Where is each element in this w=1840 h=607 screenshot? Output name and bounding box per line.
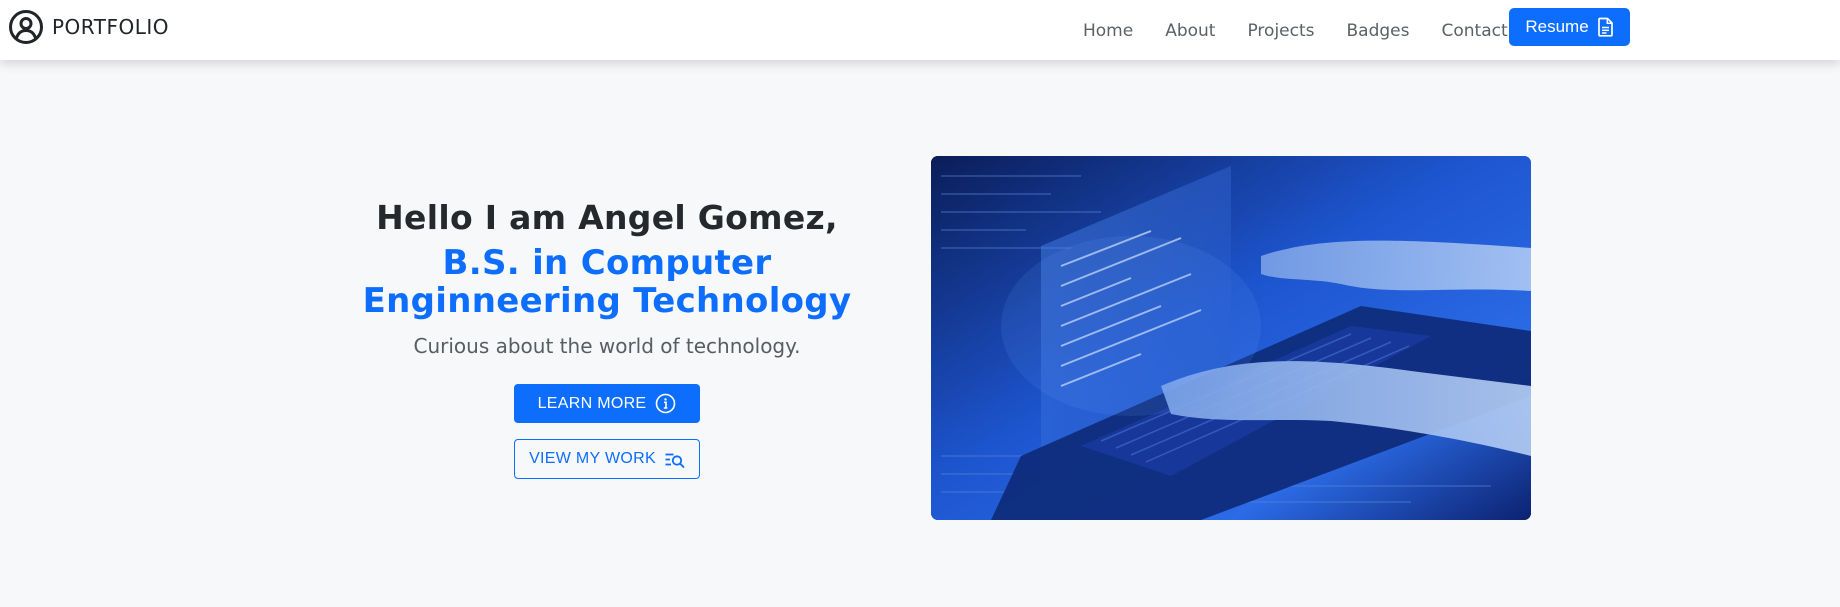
resume-label: Resume: [1525, 17, 1589, 36]
nav-links: Home About Projects Badges Contact: [1067, 15, 1524, 47]
user-circle-icon: [9, 10, 43, 44]
view-my-work-label: VIEW MY WORK: [529, 450, 656, 467]
navbar: PORTFOLIO Home About Projects Badges Con…: [0, 0, 1840, 60]
learn-more-button[interactable]: LEARN MORE: [514, 384, 700, 423]
nav-link-about[interactable]: About: [1149, 15, 1231, 47]
hero-degree: B.S. in Computer Enginneering Technology: [362, 243, 852, 321]
brand-name: PORTFOLIO: [52, 15, 169, 39]
hero-image: [931, 156, 1531, 520]
view-my-work-button[interactable]: VIEW MY WORK: [514, 439, 700, 479]
info-circle-icon: [656, 393, 676, 414]
hero-greeting: Hello I am Angel Gomez,: [376, 198, 838, 237]
nav-link-badges[interactable]: Badges: [1331, 15, 1426, 47]
list-search-icon: [665, 453, 685, 468]
resume-button[interactable]: Resume: [1509, 8, 1630, 46]
hero-text: Hello I am Angel Gomez, B.S. in Computer…: [317, 196, 897, 361]
nav-link-projects[interactable]: Projects: [1231, 15, 1330, 47]
learn-more-label: LEARN MORE: [537, 394, 647, 412]
brand-link[interactable]: PORTFOLIO: [8, 9, 169, 45]
laptop-coding-illustration: [931, 156, 1531, 520]
nav-link-home[interactable]: Home: [1067, 15, 1149, 47]
file-text-icon: [1597, 17, 1613, 37]
hero-tagline: Curious about the world of technology.: [413, 334, 801, 358]
